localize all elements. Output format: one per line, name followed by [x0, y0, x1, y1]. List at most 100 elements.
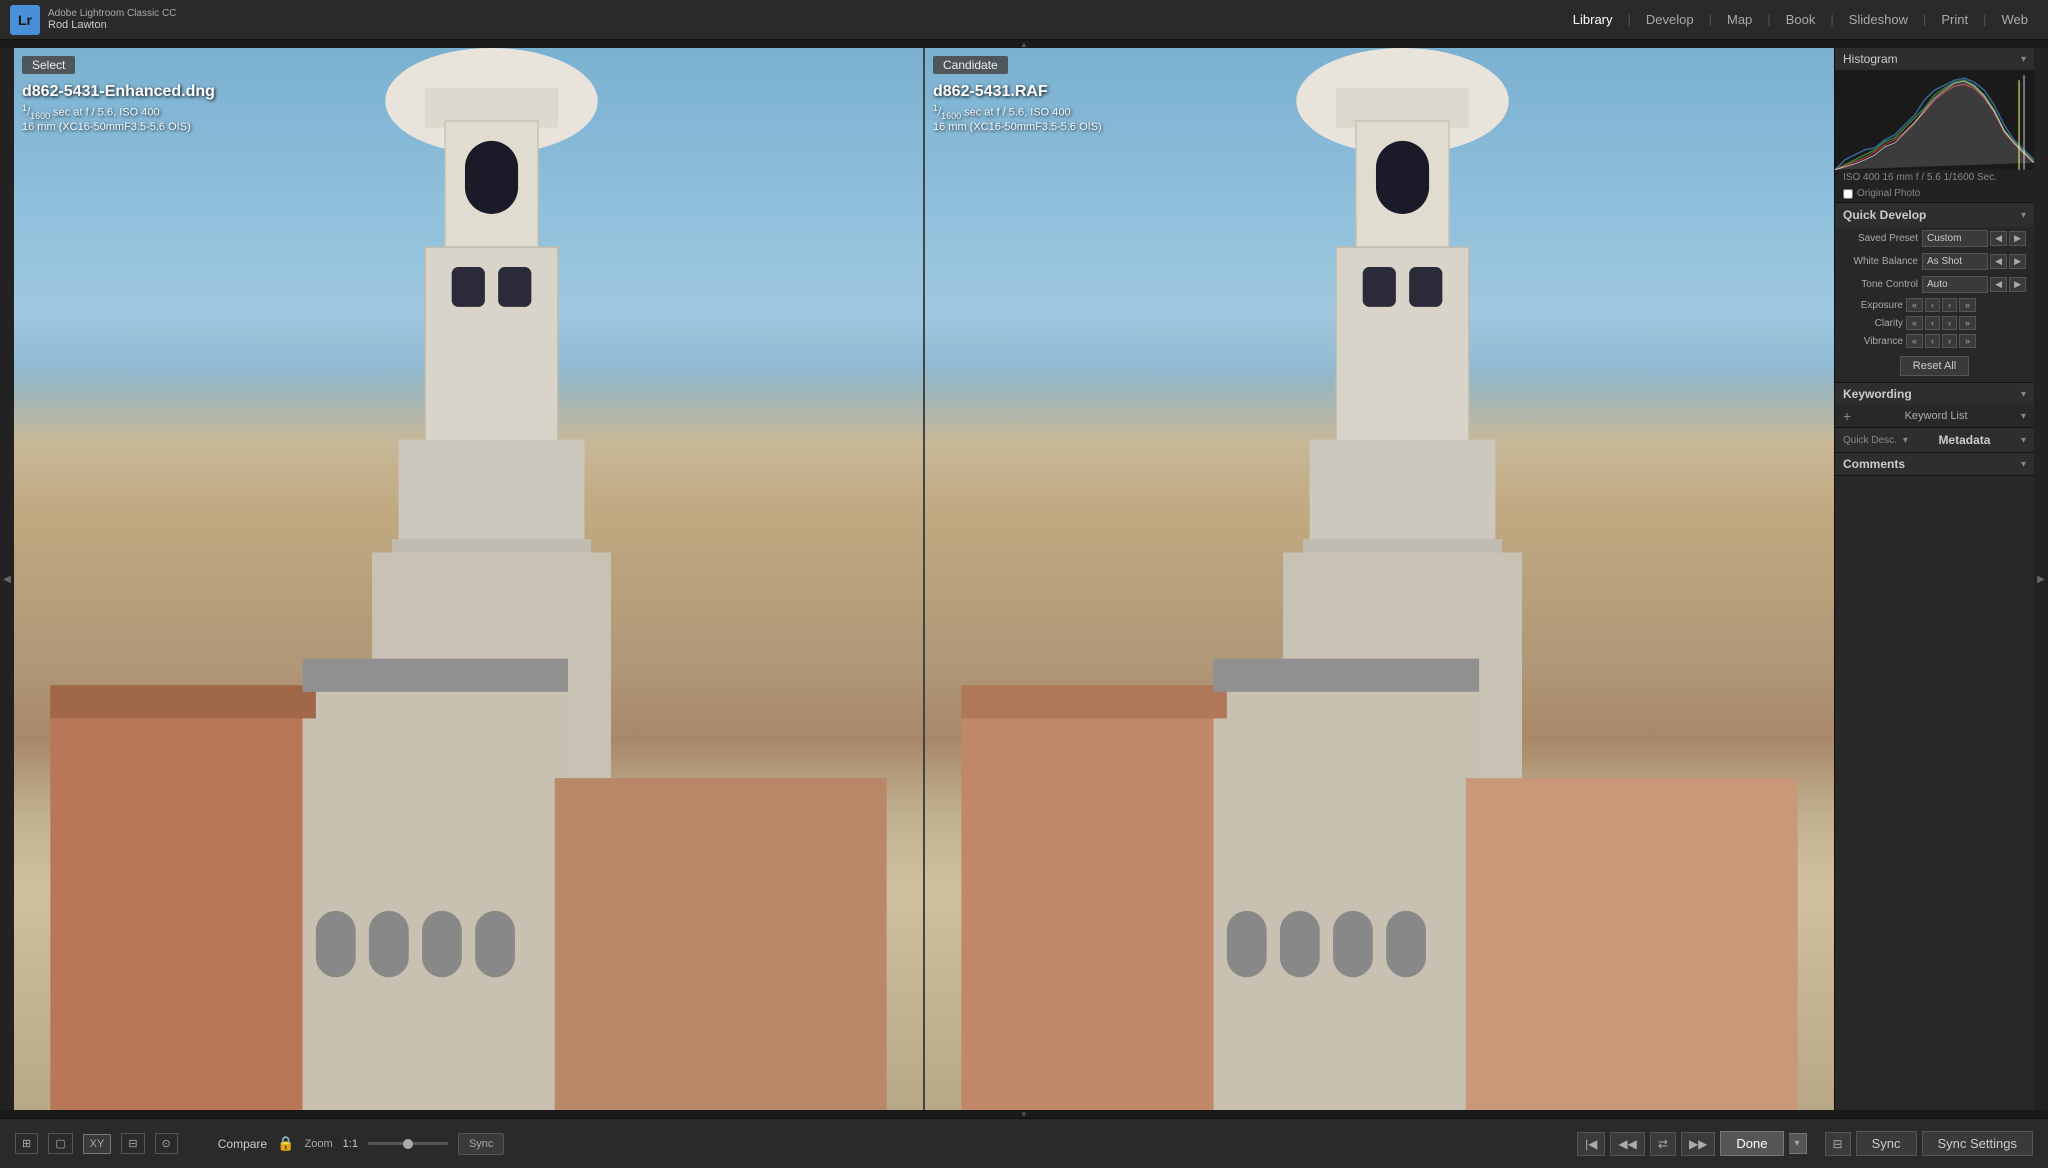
exposure-plus1[interactable]: ›	[1942, 298, 1957, 312]
keywording-title: Keywording	[1843, 387, 1912, 401]
vibrance-plus1[interactable]: ›	[1942, 334, 1957, 348]
histogram-header[interactable]: Histogram ▾	[1835, 48, 2034, 70]
left-filename: d862-5431-Enhanced.dng	[22, 83, 215, 101]
left-meta-shutter: 1/1600 sec at f / 5.6, ISO 400	[22, 103, 215, 121]
original-photo-row: Original Photo	[1835, 185, 2034, 202]
saved-preset-next[interactable]: ▶	[2009, 231, 2026, 246]
right-toggle-icon: ▶	[2037, 574, 2045, 585]
exposure-row: Exposure « ‹ › »	[1835, 296, 2034, 314]
saved-preset-prev[interactable]: ◀	[1990, 231, 2007, 246]
keywording-header[interactable]: Keywording ▾	[1835, 383, 2034, 405]
tone-control-select[interactable]: Auto	[1922, 276, 1988, 293]
sync-settings-button[interactable]: Sync Settings	[1922, 1131, 2034, 1156]
left-venice-scene	[14, 48, 923, 1110]
done-dropdown[interactable]: ▾	[1789, 1133, 1807, 1154]
clarity-row: Clarity « ‹ › »	[1835, 314, 2034, 332]
nav-develop[interactable]: Develop	[1636, 8, 1704, 31]
app-info: Adobe Lightroom Classic CC Rod Lawton	[48, 8, 176, 31]
reset-all-button[interactable]: Reset All	[1900, 356, 1969, 376]
sync-btn[interactable]: Sync	[458, 1133, 504, 1155]
metadata-section: Quick Desc. ▾ Metadata ▾	[1835, 428, 2034, 453]
tone-control-row: Tone Control Auto ◀ ▶	[1835, 273, 2034, 296]
keyword-list-expand: ▾	[2021, 411, 2026, 422]
white-balance-row: White Balance As Shot ◀ ▶	[1835, 250, 2034, 273]
original-photo-label: Original Photo	[1857, 188, 1920, 199]
left-buildings-svg	[14, 579, 923, 1110]
right-panel-toggle[interactable]: ▶	[2034, 48, 2048, 1110]
metadata-expand: ▾	[2021, 435, 2026, 446]
exposure-plus2[interactable]: »	[1959, 298, 1976, 312]
clarity-minus1[interactable]: ‹	[1925, 316, 1940, 330]
nav-web[interactable]: Web	[1992, 8, 2039, 31]
left-image-panel: Select d862-5431-Enhanced.dng 1/1600 sec…	[14, 48, 925, 1110]
clarity-plus2[interactable]: »	[1959, 316, 1976, 330]
histogram-canvas	[1835, 70, 2034, 170]
white-balance-select[interactable]: As Shot	[1922, 253, 1988, 270]
saved-preset-select[interactable]: Custom	[1922, 230, 1988, 247]
left-meta-lens: 16 mm (XC16-50mmF3.5-5.6 OIS)	[22, 121, 215, 133]
nav-library[interactable]: Library	[1563, 8, 1623, 31]
survey-view-btn[interactable]: ⊟	[121, 1133, 144, 1154]
nav-map[interactable]: Map	[1717, 8, 1762, 31]
right-meta-lens: 16 mm (XC16-50mmF3.5-5.6 OIS)	[933, 121, 1102, 133]
exposure-minus2[interactable]: «	[1906, 298, 1923, 312]
right-meta-shutter: 1/1600 sec at f / 5.6, ISO 400	[933, 103, 1102, 121]
clarity-plus1[interactable]: ›	[1942, 316, 1957, 330]
quick-desc-expand[interactable]: ▾	[1903, 435, 1908, 446]
sync-main-button[interactable]: Sync	[1856, 1131, 1917, 1156]
keywording-add-icon[interactable]: +	[1843, 408, 1851, 424]
zoom-slider[interactable]	[368, 1142, 448, 1145]
histogram-title: Histogram	[1843, 52, 1898, 66]
vibrance-minus2[interactable]: «	[1906, 334, 1923, 348]
people-view-btn[interactable]: ⊙	[155, 1133, 178, 1154]
right-image-panel: Candidate d862-5431.RAF 1/1600 sec at f …	[925, 48, 1834, 1110]
saved-preset-row: Saved Preset Custom ◀ ▶	[1835, 227, 2034, 250]
bottom-collapse-arrow[interactable]: ▼	[0, 1110, 2048, 1118]
tone-prev[interactable]: ◀	[1990, 277, 2007, 292]
quick-desc-label: Quick Desc.	[1843, 435, 1897, 446]
candidate-badge[interactable]: Candidate	[933, 56, 1008, 74]
tone-next[interactable]: ▶	[2009, 277, 2026, 292]
right-panel: Histogram ▾	[1834, 48, 2034, 1110]
left-image-info: d862-5431-Enhanced.dng 1/1600 sec at f /…	[22, 83, 215, 133]
collapse-down-icon: ▼	[1020, 1110, 1028, 1119]
nav-slideshow[interactable]: Slideshow	[1839, 8, 1918, 31]
compare-view-btn[interactable]: XY	[83, 1134, 112, 1154]
exposure-minus1[interactable]: ‹	[1925, 298, 1940, 312]
quick-develop-title: Quick Develop	[1843, 208, 1926, 222]
keywording-row: + Keyword List ▾	[1835, 405, 2034, 427]
vibrance-plus2[interactable]: »	[1959, 334, 1976, 348]
original-photo-checkbox[interactable]	[1843, 189, 1853, 199]
quick-develop-header[interactable]: Quick Develop ▾	[1835, 203, 2034, 227]
histogram-meta-text: ISO 400 16 mm f / 5.6 1/1600 Sec.	[1843, 172, 1997, 183]
top-collapse-arrow[interactable]: ▲	[0, 40, 2048, 48]
quick-develop-toggle: ▾	[2021, 210, 2026, 221]
top-bar: Lr Adobe Lightroom Classic CC Rod Lawton…	[0, 0, 2048, 40]
nav-book[interactable]: Book	[1776, 8, 1826, 31]
histogram-expand-icon: ▾	[2021, 54, 2026, 65]
metadata-header[interactable]: Quick Desc. ▾ Metadata ▾	[1835, 428, 2034, 452]
keywording-expand: ▾	[2021, 389, 2026, 400]
top-bar-left: Lr Adobe Lightroom Classic CC Rod Lawton	[10, 5, 176, 35]
nav-print[interactable]: Print	[1931, 8, 1978, 31]
done-button[interactable]: Done	[1720, 1131, 1783, 1156]
comments-expand: ▾	[2021, 459, 2026, 470]
clarity-label: Clarity	[1843, 318, 1903, 329]
vibrance-label: Vibrance	[1843, 336, 1903, 347]
right-image-content: Candidate d862-5431.RAF 1/1600 sec at f …	[925, 48, 1834, 1110]
select-badge[interactable]: Select	[22, 56, 75, 74]
grid-view-btn[interactable]: ⊞	[15, 1133, 38, 1154]
zoom-slider-thumb	[403, 1139, 413, 1149]
clarity-minus2[interactable]: «	[1906, 316, 1923, 330]
image-panels: Select d862-5431-Enhanced.dng 1/1600 sec…	[14, 48, 1834, 1110]
wb-prev[interactable]: ◀	[1990, 254, 2007, 269]
wb-next[interactable]: ▶	[2009, 254, 2026, 269]
user-name: Rod Lawton	[48, 19, 176, 31]
vibrance-minus1[interactable]: ‹	[1925, 334, 1940, 348]
loupe-view-btn[interactable]: ▢	[48, 1133, 72, 1154]
tone-control-control: Auto ◀ ▶	[1922, 276, 2026, 293]
comments-header[interactable]: Comments ▾	[1835, 453, 2034, 475]
lock-icon[interactable]: 🔒	[277, 1135, 294, 1152]
saved-preset-control: Custom ◀ ▶	[1922, 230, 2026, 247]
left-panel-toggle[interactable]: ◀	[0, 48, 14, 1110]
